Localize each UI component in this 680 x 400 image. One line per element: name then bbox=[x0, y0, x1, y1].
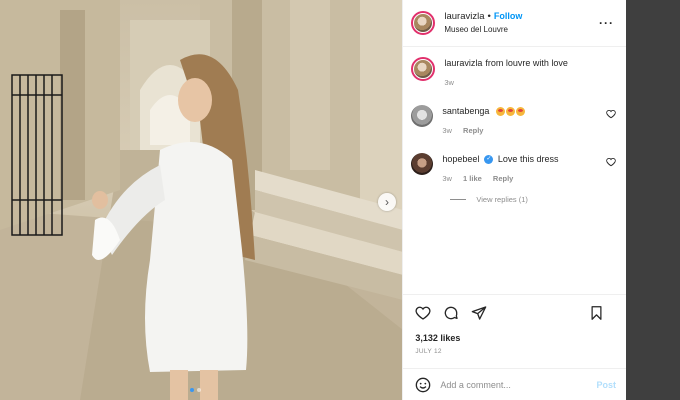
bookmark-icon[interactable] bbox=[589, 305, 604, 321]
action-bar bbox=[403, 294, 626, 331]
comment-text: Love this dress bbox=[497, 154, 559, 164]
smiley-icon[interactable] bbox=[415, 377, 431, 393]
next-photo-button[interactable]: › bbox=[378, 193, 396, 211]
carousel-dot bbox=[197, 388, 201, 392]
post-modal: › lauravizla • Follow Museo del Louvre ·… bbox=[0, 0, 626, 400]
post-comment-button[interactable]: Post bbox=[596, 380, 616, 390]
emoji-icon bbox=[495, 107, 505, 117]
location-link[interactable]: Museo del Louvre bbox=[444, 23, 522, 36]
heart-icon[interactable] bbox=[606, 109, 616, 119]
caption-time[interactable]: 3w bbox=[444, 78, 454, 87]
post-caption: lauravizla from louvre with love 3w bbox=[411, 57, 616, 89]
comment-time[interactable]: 3w bbox=[442, 174, 452, 183]
comment-time[interactable]: 3w bbox=[442, 126, 452, 135]
comments-section: lauravizla from louvre with love 3w santa… bbox=[403, 47, 626, 294]
more-icon[interactable]: ··· bbox=[599, 16, 614, 30]
author-avatar[interactable] bbox=[411, 11, 436, 35]
likes-count[interactable]: 3,132 likes bbox=[403, 333, 626, 343]
emoji-icon bbox=[515, 107, 525, 117]
carousel-dots bbox=[190, 388, 201, 392]
view-replies-button[interactable]: View replies (1) bbox=[450, 195, 616, 204]
comment-item: hopebeel ✓ Love this dress 3w 1 like Repl… bbox=[411, 153, 616, 185]
carousel-dot-active bbox=[190, 388, 194, 392]
caption-text: from louvre with love bbox=[485, 58, 568, 68]
comment-input[interactable]: Add a comment... bbox=[440, 380, 596, 390]
author-username[interactable]: lauravizla bbox=[444, 10, 484, 23]
follow-button[interactable]: Follow bbox=[494, 10, 523, 23]
comment-item: santabenga 3w Reply bbox=[411, 105, 616, 137]
caption-username[interactable]: lauravizla bbox=[444, 58, 482, 68]
commenter-username[interactable]: hopebeel bbox=[442, 154, 479, 164]
commenter-username[interactable]: santabenga bbox=[442, 106, 489, 116]
photo-scene bbox=[0, 0, 403, 400]
post-date[interactable]: JULY 12 bbox=[403, 348, 626, 355]
heart-icon[interactable] bbox=[415, 305, 431, 321]
comment-icon[interactable] bbox=[443, 305, 459, 321]
emoji-icon bbox=[505, 107, 515, 117]
add-comment-bar: Add a comment... Post bbox=[403, 368, 626, 400]
commenter-avatar[interactable] bbox=[411, 105, 434, 127]
divider bbox=[450, 199, 467, 200]
caption-avatar[interactable] bbox=[411, 57, 436, 81]
post-header: lauravizla • Follow Museo del Louvre ··· bbox=[403, 0, 626, 47]
commenter-avatar[interactable] bbox=[411, 153, 434, 175]
post-photo[interactable]: › bbox=[0, 0, 403, 400]
post-side-panel: lauravizla • Follow Museo del Louvre ···… bbox=[402, 0, 626, 400]
reply-button[interactable]: Reply bbox=[463, 126, 483, 135]
heart-icon[interactable] bbox=[606, 157, 616, 167]
chevron-right-icon: › bbox=[385, 195, 389, 209]
share-icon[interactable] bbox=[471, 305, 487, 321]
verified-badge-icon: ✓ bbox=[484, 155, 494, 165]
reply-button[interactable]: Reply bbox=[493, 174, 513, 183]
comment-likes[interactable]: 1 like bbox=[463, 174, 482, 183]
view-replies-label: View replies (1) bbox=[476, 195, 528, 204]
separator-dot: • bbox=[487, 11, 491, 22]
